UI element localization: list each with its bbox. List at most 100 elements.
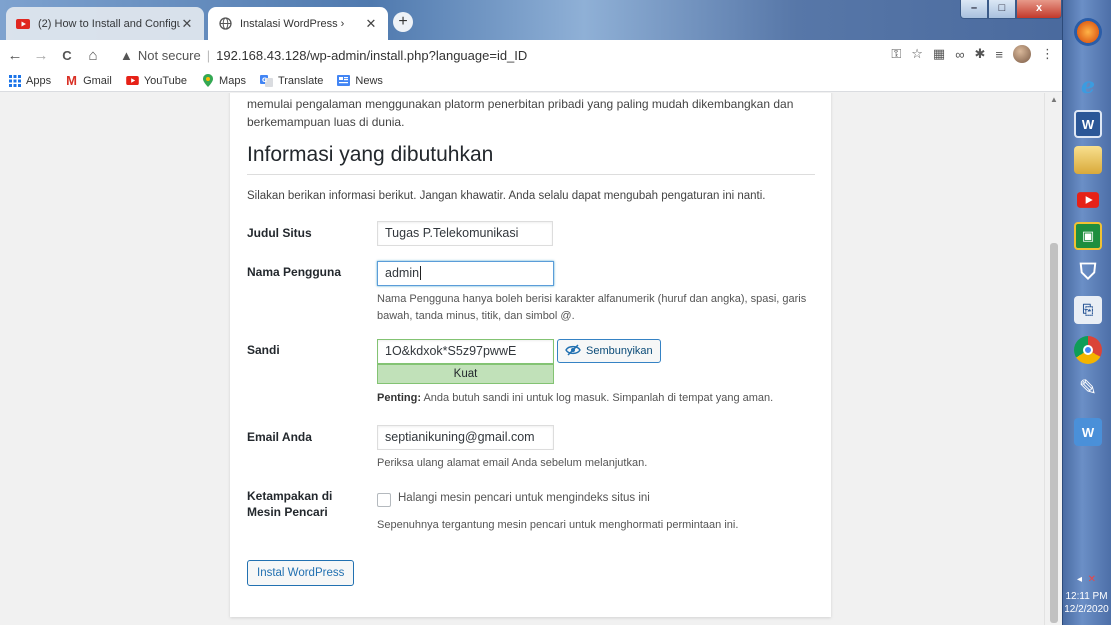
username-value: admin: [385, 266, 420, 280]
password-note-text: Anda butuh sandi ini untuk log masuk. Si…: [423, 392, 774, 404]
bookmark-news[interactable]: News: [337, 74, 383, 87]
tab-youtube-tutorial[interactable]: (2) How to Install and Configure ✕: [6, 7, 204, 40]
security-status[interactable]: Not secure: [138, 48, 201, 63]
new-tab-button[interactable]: +: [393, 12, 413, 32]
search-visibility-label: Ketampakan di Mesin Pencari: [247, 489, 333, 519]
browser-window: (2) How to Install and Configure ✕ Insta…: [0, 0, 1062, 625]
minimize-button[interactable]: –: [960, 0, 988, 19]
bookmark-label: Maps: [219, 74, 246, 87]
site-title-label: Judul Situs: [247, 226, 312, 240]
reading-list-icon[interactable]: ≡: [995, 47, 1003, 62]
news-icon: [337, 74, 351, 87]
browser-toolbar: ← → C ⌂ ▲ Not secure | 192.168.43.128/wp…: [0, 40, 1062, 70]
password-note-bold: Penting:: [377, 392, 421, 404]
username-help: Nama Pengguna hanya boleh berisi karakte…: [377, 293, 807, 322]
discourage-search-label[interactable]: Halangi mesin pencari untuk mengindeks s…: [398, 490, 838, 507]
site-title-input[interactable]: Tugas P.Telekomunikasi: [377, 221, 553, 246]
star-icon[interactable]: ☆: [911, 46, 923, 62]
firefox-icon[interactable]: [1074, 18, 1102, 46]
windows-taskbar: e W ▣ ⛉ ⎘ ✎ W: [1062, 0, 1111, 625]
word-icon[interactable]: W: [1074, 110, 1102, 138]
scrollbar-thumb[interactable]: [1050, 243, 1058, 623]
bookmark-label: Gmail: [83, 74, 112, 87]
username-label: Nama Pengguna: [247, 265, 342, 279]
clock-date[interactable]: 12/2/2020: [1062, 603, 1111, 616]
bookmark-apps[interactable]: Apps: [8, 74, 51, 87]
home-button[interactable]: ⌂: [82, 47, 104, 64]
forward-button[interactable]: →: [30, 47, 52, 64]
wordpress-install-form: memulai pengalaman menggunakan platorm p…: [230, 93, 831, 617]
warning-icon: ▲: [120, 47, 133, 63]
form-description: Silakan berikan informasi berikut. Janga…: [247, 190, 766, 202]
bookmark-gmail[interactable]: M Gmail: [65, 73, 112, 88]
maps-pin-icon: [201, 74, 214, 87]
bookmark-translate[interactable]: G Translate: [259, 74, 324, 87]
password-label: Sandi: [247, 343, 280, 357]
remote-desktop-icon[interactable]: ⎘: [1074, 296, 1102, 324]
close-window-button[interactable]: x: [1016, 0, 1062, 19]
url-text[interactable]: 192.168.43.128/wp-admin/install.php?lang…: [216, 48, 527, 63]
apps-grid-icon: [8, 74, 21, 87]
chrome-icon[interactable]: [1074, 336, 1102, 364]
youtube-icon: [126, 74, 139, 87]
page-scrollbar[interactable]: ▲: [1044, 93, 1062, 625]
toolbar-actions: ⚿ ☆ ▦ ∞ ✱ ≡ ⋮: [891, 45, 1054, 63]
menu-kebab-icon[interactable]: ⋮: [1041, 46, 1054, 62]
reload-button[interactable]: C: [56, 48, 78, 63]
translate-icon: G: [259, 74, 273, 87]
system-tray: ◂ ✕ 12:11 PM 12/2/2020: [1062, 573, 1111, 616]
key-icon[interactable]: ⚿: [891, 46, 901, 62]
folder-icon[interactable]: [1074, 146, 1102, 174]
divider: [247, 174, 815, 175]
tab-close-icon[interactable]: ✕: [180, 16, 194, 32]
tray-icons[interactable]: ◂ ✕: [1062, 573, 1111, 586]
glasses-extension-icon[interactable]: ∞: [955, 47, 964, 62]
puzzle-extension-icon[interactable]: ✱: [975, 46, 986, 62]
intro-text: memulai pengalaman menggunakan platorm p…: [247, 97, 794, 129]
password-strength-meter: Kuat: [377, 364, 554, 384]
username-input[interactable]: admin: [377, 261, 554, 286]
hide-password-label: Sembunyikan: [586, 345, 653, 357]
vpn-icon[interactable]: ⛉: [1074, 258, 1102, 286]
search-visibility-help: Sepenuhnya tergantung mesin pencari untu…: [377, 519, 739, 531]
tab-instalasi-wordpress[interactable]: Instalasi WordPress › ✕: [208, 7, 388, 40]
bookmarks-bar: Apps M Gmail YouTube Maps G Translate Ne…: [0, 70, 1062, 92]
ie-icon[interactable]: e: [1074, 72, 1102, 100]
separator: |: [206, 47, 211, 63]
pen-tool-icon[interactable]: ✎: [1074, 374, 1102, 402]
back-button[interactable]: ←: [4, 47, 26, 64]
email-input[interactable]: septianikuning@gmail.com: [377, 425, 554, 450]
profile-avatar[interactable]: [1013, 45, 1031, 63]
bookmark-youtube[interactable]: YouTube: [126, 74, 187, 87]
page-viewport: memulai pengalaman menggunakan platorm p…: [0, 93, 1062, 625]
youtube-icon: [16, 17, 30, 31]
page-heading: Informasi yang dibutuhkan: [247, 143, 494, 166]
tab-title: (2) How to Install and Configure: [38, 17, 180, 30]
bookmark-label: News: [355, 74, 383, 87]
text-cursor: [420, 266, 422, 280]
wps-icon[interactable]: W: [1074, 418, 1102, 446]
gmail-icon: M: [66, 73, 77, 88]
eye-slash-icon: [565, 343, 581, 359]
clock-time[interactable]: 12:11 PM: [1062, 590, 1111, 603]
hide-password-button[interactable]: Sembunyikan: [557, 339, 661, 363]
discourage-search-checkbox[interactable]: [377, 493, 391, 507]
install-wordpress-button[interactable]: Instal WordPress: [247, 560, 355, 586]
email-help: Periksa ulang alamat email Anda sebelum …: [377, 457, 648, 469]
scroll-up-arrow-icon[interactable]: ▲: [1050, 95, 1058, 104]
bookmark-label: Apps: [26, 74, 52, 87]
tab-title: Instalasi WordPress ›: [240, 17, 345, 30]
password-note: Penting: Anda butuh sandi ini untuk log …: [377, 390, 827, 407]
youtube-icon[interactable]: [1074, 186, 1102, 214]
tab-close-icon[interactable]: ✕: [364, 16, 378, 32]
maximize-button[interactable]: □: [988, 0, 1016, 19]
email-label: Email Anda: [247, 430, 312, 444]
bookmark-label: Translate: [277, 74, 324, 87]
classroom-icon[interactable]: ▣: [1074, 222, 1102, 250]
address-bar[interactable]: ▲ Not secure | 192.168.43.128/wp-admin/i…: [120, 43, 840, 67]
password-input[interactable]: 1O&kdxok*S5z97pwwE: [377, 339, 554, 364]
clapperboard-extension-icon[interactable]: ▦: [933, 46, 945, 62]
bookmark-label: YouTube: [143, 74, 188, 87]
window-controls: – □ x: [960, 0, 1062, 19]
bookmark-maps[interactable]: Maps: [201, 74, 246, 87]
